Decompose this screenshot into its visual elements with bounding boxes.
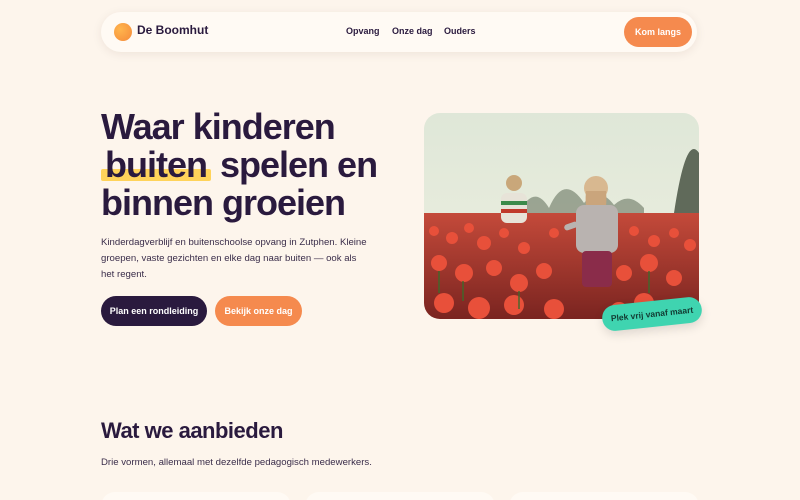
- brand-name[interactable]: De Boomhut: [137, 23, 208, 37]
- hero-title-part1: Waar kinderen: [101, 106, 336, 147]
- hero-photo: [424, 113, 699, 319]
- top-nav: De Boomhut Opvang Onze dag Ouders Kom la…: [101, 12, 697, 52]
- hero-title-highlight: buiten: [101, 146, 211, 184]
- section-subtitle: Drie vormen, allemaal met dezelfde pedag…: [101, 457, 372, 468]
- nav-link-onze-dag[interactable]: Onze dag: [392, 26, 433, 36]
- tulip-field-image: [424, 113, 699, 319]
- logo-icon[interactable]: [114, 23, 132, 41]
- hero-title: Waar kinderen buiten spelen en binnen gr…: [101, 108, 401, 222]
- section-title: Wat we aanbieden: [101, 418, 283, 443]
- bekijk-onze-dag-button[interactable]: Bekijk onze dag: [215, 296, 302, 326]
- plan-rondleiding-button[interactable]: Plan een rondleiding: [101, 296, 207, 326]
- nav-link-opvang[interactable]: Opvang: [346, 26, 380, 36]
- nav-link-ouders[interactable]: Ouders: [444, 26, 476, 36]
- hero-subtitle: Kinderdagverblijf en buitenschoolse opva…: [101, 237, 367, 280]
- offer-card[interactable]: [509, 492, 699, 500]
- kom-langs-button[interactable]: Kom langs: [624, 17, 692, 47]
- offer-card[interactable]: [101, 492, 291, 500]
- offer-card[interactable]: [305, 492, 495, 500]
